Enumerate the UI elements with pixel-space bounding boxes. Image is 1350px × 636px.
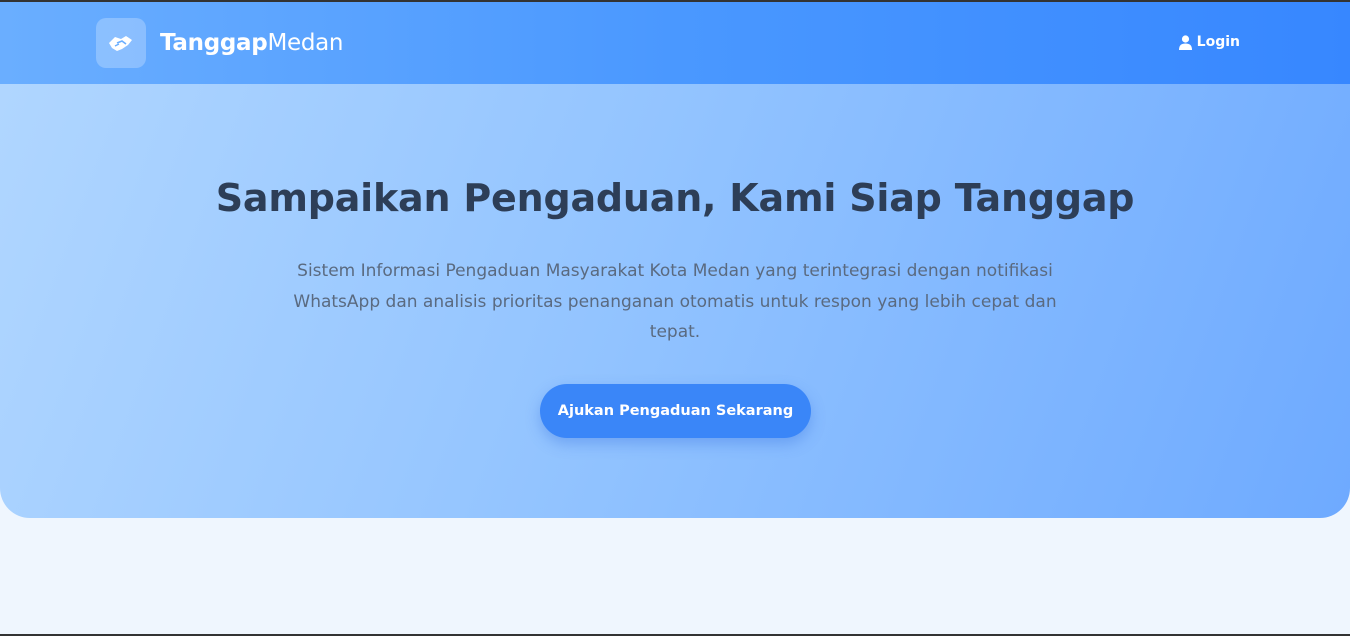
login-label: Login <box>1196 34 1240 50</box>
brand-name: TanggapMedan <box>160 30 344 56</box>
login-button[interactable]: Login <box>1178 34 1240 50</box>
brand-name-light: Medan <box>267 30 344 56</box>
submit-complaint-button[interactable]: Ajukan Pengaduan Sekarang <box>540 384 811 438</box>
hero-description: Sistem Informasi Pengaduan Masyarakat Ko… <box>293 261 1057 342</box>
hero-title: Sampaikan Pengaduan, Kami Siap Tanggap <box>215 176 1135 220</box>
hero-section: Sampaikan Pengaduan, Kami Siap Tanggap S… <box>0 84 1350 518</box>
handshake-icon <box>109 36 132 51</box>
brand-name-bold: Tanggap <box>160 30 268 56</box>
logo <box>96 18 146 68</box>
brand-link[interactable]: TanggapMedan <box>96 18 344 68</box>
user-icon <box>1178 34 1192 50</box>
page: TanggapMedan Login Sampaikan Pengaduan, … <box>0 2 1350 634</box>
navbar: TanggapMedan Login <box>0 2 1350 84</box>
